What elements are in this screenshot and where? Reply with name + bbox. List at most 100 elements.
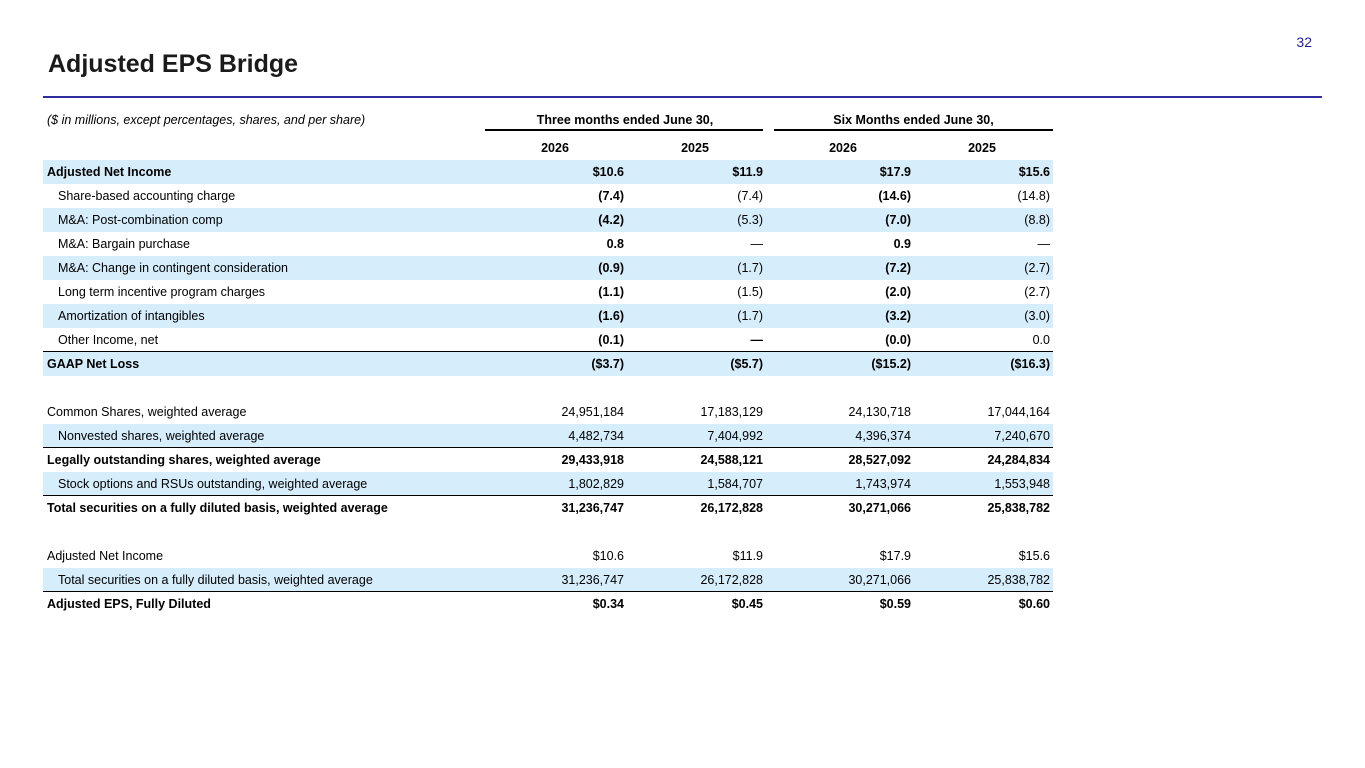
row-label: Adjusted Net Income xyxy=(47,165,172,179)
cell-value: (2.0) xyxy=(885,285,911,299)
cell-value: (0.9) xyxy=(598,261,624,275)
cell-value: (3.2) xyxy=(885,309,911,323)
cell-value: 24,284,834 xyxy=(987,453,1050,467)
cell-value: 26,172,828 xyxy=(700,501,763,515)
cell-value: 25,838,782 xyxy=(987,573,1050,587)
cell-value: 4,396,374 xyxy=(855,429,911,443)
cell-value: (1.6) xyxy=(598,309,624,323)
spacer-row xyxy=(43,376,1053,400)
row-label: M&A: Bargain purchase xyxy=(58,237,191,251)
cell-value: 30,271,066 xyxy=(848,501,911,515)
group-underline xyxy=(485,129,763,131)
cell-value: 24,951,184 xyxy=(561,405,624,419)
year-header: 2026 xyxy=(829,141,857,155)
cell-value: $0.45 xyxy=(731,597,763,611)
cell-value: $0.60 xyxy=(1018,597,1050,611)
cell-value: 25,838,782 xyxy=(987,501,1050,515)
cell-value: $0.59 xyxy=(879,597,911,611)
cell-value: 1,584,707 xyxy=(707,477,763,491)
cell-value: 0.8 xyxy=(606,237,624,251)
table-header-years: 2026 2025 2026 2025 xyxy=(43,136,1053,160)
cell-value: (7.0) xyxy=(885,213,911,227)
cell-value: 17,183,129 xyxy=(700,405,763,419)
cell-value: (7.4) xyxy=(737,189,763,203)
cell-value: — xyxy=(1037,237,1051,251)
cell-value: 1,743,974 xyxy=(855,477,911,491)
cell-value: (4.2) xyxy=(598,213,624,227)
cell-value: (5.3) xyxy=(737,213,763,227)
cell-value: $17.9 xyxy=(879,549,911,563)
cell-value: (1.7) xyxy=(737,261,763,275)
row-label: Adjusted EPS, Fully Diluted xyxy=(47,597,211,611)
cell-value: 0.0 xyxy=(1032,333,1050,347)
table-row: Total securities on a fully diluted basi… xyxy=(43,568,1053,592)
cell-value: (0.0) xyxy=(885,333,911,347)
cell-value: 31,236,747 xyxy=(561,573,624,587)
cell-value: $10.6 xyxy=(592,549,624,563)
year-header: 2026 xyxy=(541,141,569,155)
cell-value: $11.9 xyxy=(732,165,763,179)
table-row: Legally outstanding shares, weighted ave… xyxy=(43,448,1053,472)
cell-value: 1,553,948 xyxy=(994,477,1050,491)
cell-value: $15.6 xyxy=(1018,549,1050,563)
cell-value: (2.7) xyxy=(1024,261,1050,275)
cell-value: 31,236,747 xyxy=(561,501,624,515)
cell-value: 24,130,718 xyxy=(848,405,911,419)
cell-value: — xyxy=(750,333,764,347)
cell-value: ($3.7) xyxy=(591,357,624,371)
spacer-row xyxy=(43,520,1053,544)
table-row: Long term incentive program charges (1.1… xyxy=(43,280,1053,304)
table-row: GAAP Net Loss ($3.7) ($5.7) ($15.2) ($16… xyxy=(43,352,1053,376)
cell-value: (1.1) xyxy=(598,285,624,299)
cell-value: 24,588,121 xyxy=(700,453,763,467)
row-label: Nonvested shares, weighted average xyxy=(58,429,265,443)
page-number: 32 xyxy=(1296,34,1312,50)
row-label: Common Shares, weighted average xyxy=(47,405,247,419)
table-row: M&A: Post-combination comp (4.2) (5.3) (… xyxy=(43,208,1053,232)
cell-value: (0.1) xyxy=(598,333,624,347)
cell-value: 17,044,164 xyxy=(987,405,1050,419)
table-row: Adjusted Net Income $10.6 $11.9 $17.9 $1… xyxy=(43,160,1053,184)
year-header: 2025 xyxy=(681,141,709,155)
cell-value: (7.2) xyxy=(885,261,911,275)
cell-value: $15.6 xyxy=(1018,165,1050,179)
row-label: Amortization of intangibles xyxy=(58,309,205,323)
table-row: Other Income, net (0.1) — (0.0) 0.0 xyxy=(43,328,1053,352)
cell-value: — xyxy=(750,237,764,251)
title-divider xyxy=(43,96,1322,98)
cell-value: ($16.3) xyxy=(1010,357,1050,371)
table-row: Common Shares, weighted average 24,951,1… xyxy=(43,400,1053,424)
cell-value: ($5.7) xyxy=(730,357,763,371)
cell-value: 7,240,670 xyxy=(994,429,1050,443)
cell-value: (8.8) xyxy=(1024,213,1050,227)
row-label: GAAP Net Loss xyxy=(47,357,140,371)
cell-value: (3.0) xyxy=(1024,309,1050,323)
cell-value: 7,404,992 xyxy=(707,429,763,443)
cell-value: ($15.2) xyxy=(871,357,911,371)
cell-value: $17.9 xyxy=(879,165,911,179)
row-label: Long term incentive program charges xyxy=(58,285,266,299)
cell-value: 0.9 xyxy=(893,237,911,251)
cell-value: (1.7) xyxy=(737,309,763,323)
table-row: Share-based accounting charge (7.4) (7.4… xyxy=(43,184,1053,208)
row-label: M&A: Change in contingent consideration xyxy=(58,261,289,275)
row-label: Legally outstanding shares, weighted ave… xyxy=(47,453,321,467)
page-title: Adjusted EPS Bridge xyxy=(48,50,299,78)
cell-value: $0.34 xyxy=(592,597,624,611)
cell-value: (14.6) xyxy=(878,189,911,203)
table-row: Stock options and RSUs outstanding, weig… xyxy=(43,472,1053,496)
cell-value: $10.6 xyxy=(592,165,624,179)
cell-value: 28,527,092 xyxy=(848,453,911,467)
row-label: Stock options and RSUs outstanding, weig… xyxy=(58,477,368,491)
cell-value: 26,172,828 xyxy=(700,573,763,587)
row-label: Total securities on a fully diluted basi… xyxy=(58,573,373,587)
cell-value: (14.8) xyxy=(1017,189,1050,203)
cell-value: 29,433,918 xyxy=(561,453,624,467)
table-row: M&A: Change in contingent consideration … xyxy=(43,256,1053,280)
row-label: Other Income, net xyxy=(58,333,159,347)
cell-value: $11.9 xyxy=(732,549,763,563)
table-row: Adjusted EPS, Fully Diluted $0.34 $0.45 … xyxy=(43,592,1053,616)
cell-value: 4,482,734 xyxy=(568,429,624,443)
unit-note: ($ in millions, except percentages, shar… xyxy=(47,113,366,127)
table-row: Amortization of intangibles (1.6) (1.7) … xyxy=(43,304,1053,328)
